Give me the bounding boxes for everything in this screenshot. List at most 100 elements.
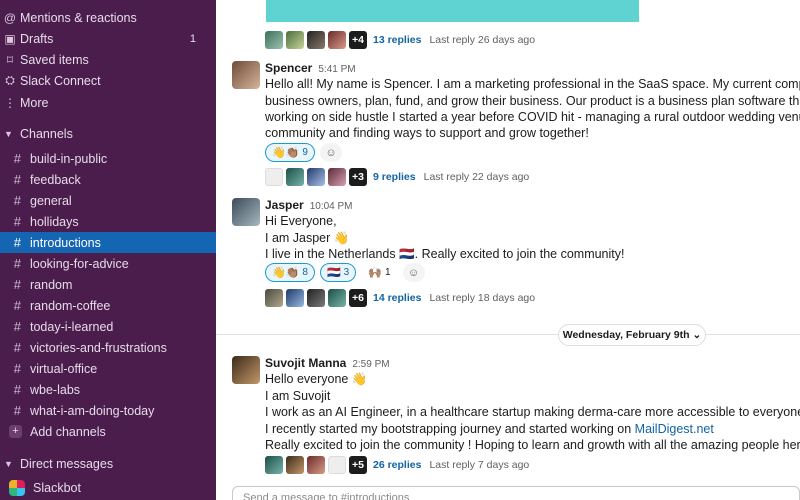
- add-reaction-icon[interactable]: ☺: [402, 263, 425, 282]
- dm-header[interactable]: ▼ Direct messages: [0, 453, 216, 475]
- more-icon: ⋮: [4, 95, 16, 110]
- message-time[interactable]: 2:59 PM: [352, 359, 389, 370]
- message-text-line: business owners, plan, fund, and grow th…: [265, 94, 800, 108]
- message-text-line: Hi Everyone,: [265, 214, 337, 228]
- message-author[interactable]: Suvojit Manna 2:59 PM: [265, 356, 390, 370]
- message-time[interactable]: 10:04 PM: [310, 201, 353, 212]
- avatar[interactable]: [232, 356, 260, 384]
- sidebar-item-today-i-learned[interactable]: # today-i-learned: [0, 316, 216, 337]
- reply-avatar: [286, 168, 304, 186]
- sidebar-item-introductions[interactable]: # introductions: [0, 232, 216, 253]
- message-text-line: community and finding ways to support an…: [265, 126, 589, 140]
- hash-icon: #: [13, 193, 21, 208]
- last-reply-time: Last reply 7 days ago: [429, 459, 530, 471]
- sidebar-item-hollidays[interactable]: # hollidays: [0, 211, 216, 232]
- message-composer[interactable]: Send a message to #introductions: [232, 486, 800, 500]
- caret-down-icon: ▼: [4, 459, 13, 469]
- message-text-line: Hello everyone 👋: [265, 372, 368, 386]
- hash-icon: #: [13, 256, 21, 271]
- message-text-line: Hello all! My name is Spencer. I am a ma…: [265, 77, 800, 91]
- more-repliers-count: +5: [349, 456, 367, 474]
- avatar[interactable]: [232, 61, 260, 89]
- sidebar-item-general[interactable]: # general: [0, 190, 216, 211]
- thread-summary[interactable]: +6 14 replies Last reply 18 days ago: [265, 288, 535, 308]
- hash-icon: #: [13, 340, 21, 355]
- message-text-line: I recently started my bootstrapping jour…: [265, 422, 714, 436]
- message-text-line: Really excited to join the community ! H…: [265, 438, 800, 452]
- slackbot-avatar: [9, 479, 25, 496]
- message-pane: +4 13 replies Last reply 26 days ago Spe…: [216, 0, 800, 500]
- reaction-pill[interactable]: 👋👏🏽 8: [265, 263, 315, 282]
- reply-avatar: [286, 456, 304, 474]
- reply-avatar: [328, 456, 346, 474]
- reaction-pill[interactable]: 🇳🇱 3: [319, 263, 357, 282]
- sidebar-item-what-i-am-doing-today[interactable]: # what-i-am-doing-today: [0, 400, 216, 421]
- reply-avatar: [265, 31, 283, 49]
- hash-icon: #: [13, 382, 21, 397]
- reply-avatar: [286, 289, 304, 307]
- sidebar-item-feedback[interactable]: # feedback: [0, 169, 216, 190]
- thread-summary[interactable]: +4 13 replies Last reply 26 days ago: [265, 30, 535, 50]
- sidebar-item-slack-connect[interactable]: ⛭ Slack Connect: [0, 70, 216, 91]
- sidebar-item-victories-and-frustrations[interactable]: # victories-and-frustrations: [0, 337, 216, 358]
- caret-down-icon: ▼: [4, 129, 13, 139]
- replies-link[interactable]: 14 replies: [373, 292, 421, 304]
- message-author[interactable]: Jasper 10:04 PM: [265, 198, 353, 212]
- hash-icon: #: [13, 172, 21, 187]
- thread-summary[interactable]: +5 26 replies Last reply 7 days ago: [265, 455, 529, 475]
- sidebar-item-wbe-labs[interactable]: # wbe-labs: [0, 379, 216, 400]
- message-author[interactable]: Spencer 5:41 PM: [265, 61, 356, 75]
- sidebar-item-random-coffee[interactable]: # random-coffee: [0, 295, 216, 316]
- reply-avatar: [307, 289, 325, 307]
- slack-connect-icon: ⛭: [5, 73, 15, 87]
- attachment-image: [266, 0, 639, 22]
- sidebar-item-random[interactable]: # random: [0, 274, 216, 295]
- channels-header[interactable]: ▼ Channels: [0, 123, 216, 145]
- sidebar-item-slackbot[interactable]: Slackbot: [0, 477, 216, 498]
- reply-avatar: [328, 31, 346, 49]
- replies-link[interactable]: 26 replies: [373, 459, 421, 471]
- hash-icon: #: [13, 298, 21, 313]
- reply-avatar: [265, 456, 283, 474]
- sidebar-item-saved[interactable]: ⌑ Saved items: [0, 49, 216, 70]
- reply-avatar: [307, 168, 325, 186]
- sidebar-item-more[interactable]: ⋮ More: [0, 92, 216, 113]
- drafts-icon: ▣: [4, 31, 16, 46]
- hash-icon: #: [13, 151, 21, 166]
- add-channels-button[interactable]: + Add channels: [0, 421, 216, 442]
- drafts-count: 1: [189, 32, 196, 45]
- reaction-pill[interactable]: 👋👏🏽 9: [265, 143, 315, 162]
- sidebar: @ Mentions & reactions ▣ Drafts 1 ⌑ Save…: [0, 0, 216, 500]
- last-reply-time: Last reply 26 days ago: [429, 34, 536, 46]
- reaction-pill[interactable]: 🙌🏽 1: [361, 263, 398, 282]
- avatar[interactable]: [232, 198, 260, 226]
- date-divider-button[interactable]: Wednesday, February 9th ⌄: [558, 324, 706, 346]
- chevron-down-icon: ⌄: [692, 329, 702, 341]
- reply-avatar: [265, 289, 283, 307]
- more-repliers-count: +4: [349, 31, 367, 49]
- hash-icon: #: [13, 277, 21, 292]
- sidebar-item-mentions[interactable]: @ Mentions & reactions: [0, 7, 216, 28]
- sidebar-item-looking-for-advice[interactable]: # looking-for-advice: [0, 253, 216, 274]
- last-reply-time: Last reply 18 days ago: [429, 292, 536, 304]
- message-text-line: I work as an AI Engineer, in a healthcar…: [265, 405, 800, 419]
- message-time[interactable]: 5:41 PM: [318, 64, 355, 75]
- at-icon: @: [3, 10, 17, 25]
- sidebar-item-virtual-office[interactable]: # virtual-office: [0, 358, 216, 379]
- maildigest-link[interactable]: MailDigest.net: [635, 422, 714, 436]
- reply-avatar: [328, 289, 346, 307]
- hash-icon: #: [13, 214, 21, 229]
- replies-link[interactable]: 9 replies: [373, 171, 416, 183]
- bookmark-icon: ⌑: [6, 52, 14, 67]
- thread-summary[interactable]: +3 9 replies Last reply 22 days ago: [265, 167, 529, 187]
- plus-icon: +: [9, 425, 22, 438]
- date-divider-line: [216, 334, 800, 335]
- sidebar-item-drafts[interactable]: ▣ Drafts 1: [0, 28, 216, 49]
- reactions-bar: 👋👏🏽 8 🇳🇱 3 🙌🏽 1 ☺: [265, 263, 425, 282]
- message-text-line: I live in the Netherlands 🇳🇱. Really exc…: [265, 247, 625, 261]
- replies-link[interactable]: 13 replies: [373, 34, 421, 46]
- sidebar-item-build-in-public[interactable]: # build-in-public: [0, 148, 216, 169]
- last-reply-time: Last reply 22 days ago: [423, 171, 530, 183]
- reply-avatar: [307, 456, 325, 474]
- add-reaction-icon[interactable]: ☺: [319, 143, 342, 162]
